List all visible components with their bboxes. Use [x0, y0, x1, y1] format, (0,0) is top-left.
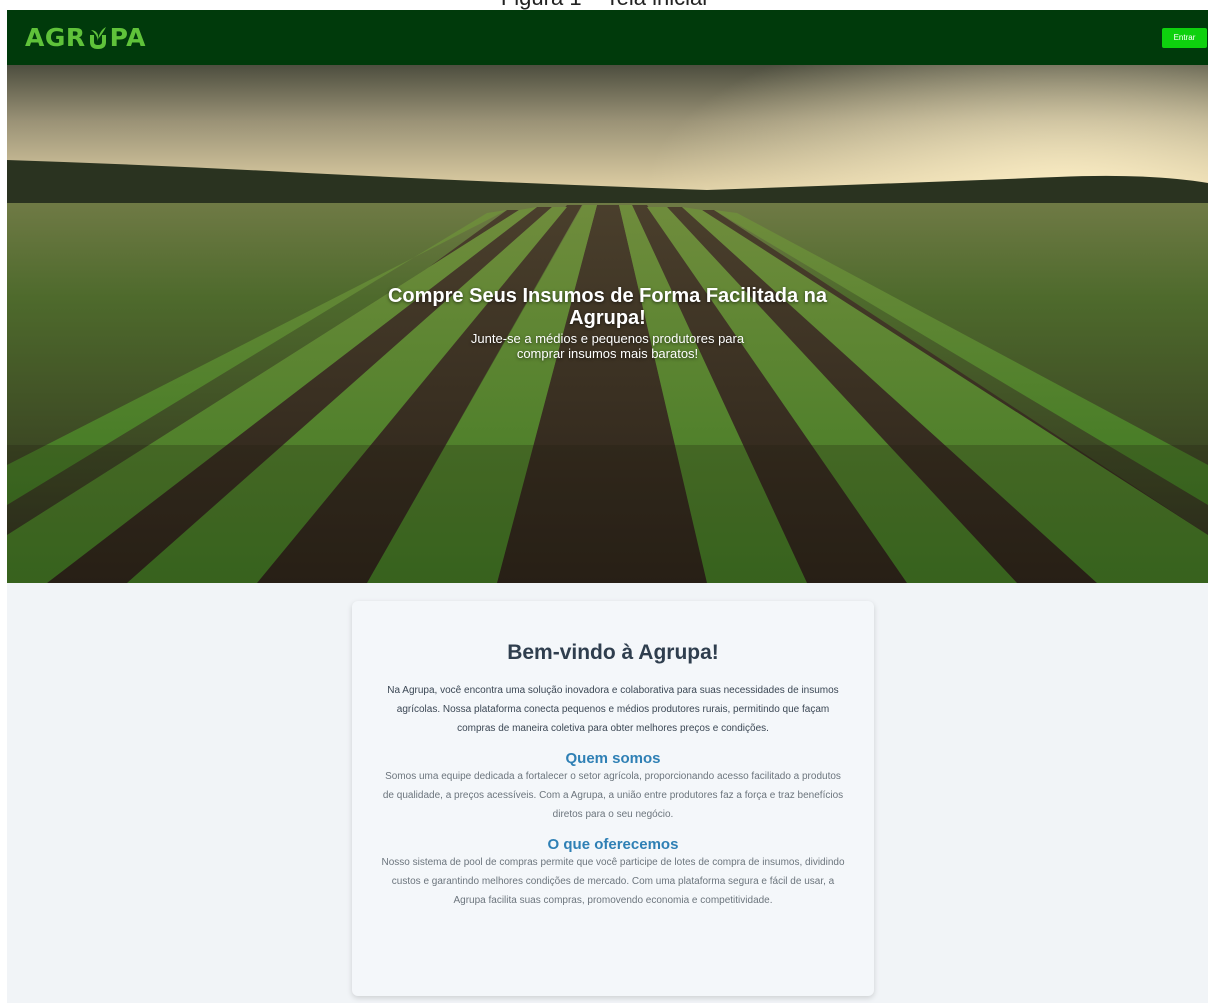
welcome-intro: Na Agrupa, você encontra uma solução ino…: [387, 685, 839, 734]
enter-button[interactable]: Entrar: [1162, 27, 1207, 48]
about-title: Quem somos: [565, 750, 661, 767]
welcome-title: Bem-vindo à Agrupa!: [507, 641, 719, 664]
hero-text: Compre Seus Insumos de Forma Facilitada …: [7, 285, 1208, 361]
logo-text-left: AGR: [25, 23, 86, 52]
offer-title: O que oferecemos: [547, 836, 679, 853]
hero-subtitle: Junte-se a médios e pequenos produtores …: [470, 331, 745, 361]
hero-title: Compre Seus Insumos de Forma Facilitada …: [387, 285, 827, 329]
logo-text-right: PA: [109, 23, 147, 52]
navbar: AGR PA Entrar: [7, 10, 1208, 65]
figure-caption: Figura 1 – Tela inicial: [0, 0, 1208, 10]
sprout-u-icon: [87, 25, 109, 51]
page-frame: AGR PA Entrar Compre Seus Insumos de For…: [7, 10, 1208, 1003]
agrupa-logo[interactable]: AGR PA: [25, 23, 146, 52]
hero-banner: Compre Seus Insumos de Forma Facilitada …: [7, 65, 1208, 583]
about-text: Somos uma equipe dedicada a fortalecer o…: [382, 771, 844, 820]
welcome-card: Bem-vindo à Agrupa! Na Agrupa, você enco…: [352, 601, 874, 996]
offer-text: Nosso sistema de pool de compras permite…: [381, 857, 845, 906]
